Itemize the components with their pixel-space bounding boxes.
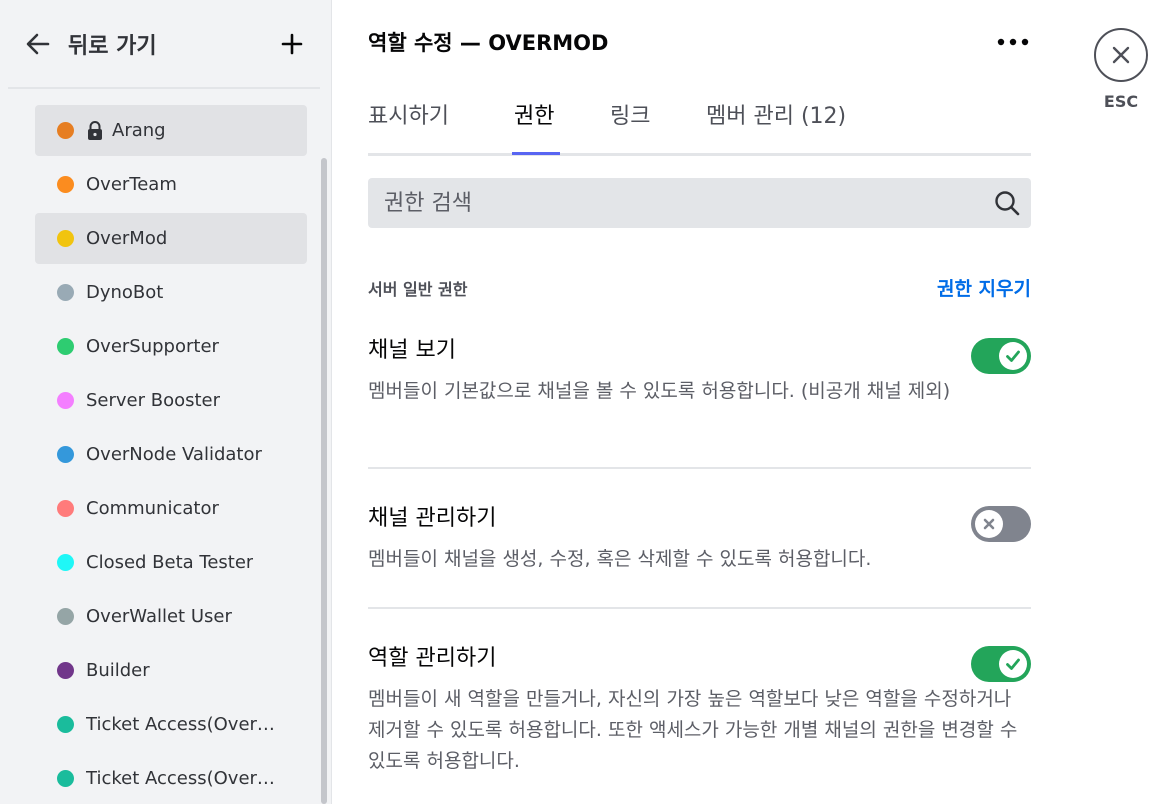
header-divider	[8, 87, 320, 89]
search-input[interactable]	[384, 178, 984, 228]
role-color-dot	[57, 770, 74, 787]
more-icon	[997, 38, 1029, 46]
role-name: OverSupporter	[86, 336, 219, 357]
clear-permissions-link[interactable]: 권한 지우기	[937, 274, 1031, 301]
role-name: Builder	[86, 660, 150, 681]
search-icon	[995, 191, 1020, 216]
role-name: OverMod	[86, 228, 168, 249]
tab-links[interactable]: 링크	[610, 98, 650, 148]
tab-permissions[interactable]: 권한	[514, 98, 554, 148]
role-name: Communicator	[86, 498, 219, 519]
esc-label: ESC	[1103, 92, 1139, 111]
title-row: 역할 수정 — OVERMOD	[368, 24, 1031, 60]
back-label: 뒤로 가기	[68, 34, 157, 59]
more-options-button[interactable]	[995, 28, 1031, 56]
permission-toggle[interactable]	[971, 646, 1031, 682]
role-item[interactable]: Arang	[35, 105, 307, 156]
role-name: OverNode Validator	[86, 444, 262, 465]
section-title: 서버 일반 권한	[368, 280, 468, 299]
add-role-button[interactable]	[278, 28, 306, 60]
section-header: 서버 일반 권한 권한 지우기	[368, 276, 1031, 300]
role-item[interactable]: OverSupporter	[35, 321, 307, 372]
permission-row: 역할 관리하기 멤버들이 새 역할을 만들거나, 자신의 가장 높은 역할보다 …	[368, 640, 1031, 790]
role-color-dot	[57, 392, 74, 409]
permission-row: 채널 보기 멤버들이 기본값으로 채널을 볼 수 있도록 허용합니다. (비공개…	[368, 332, 1031, 442]
role-color-dot	[57, 176, 74, 193]
permission-title: 채널 관리하기	[368, 506, 497, 531]
role-name: Arang	[112, 120, 166, 141]
role-color-dot	[57, 284, 74, 301]
toggle-knob	[975, 510, 1003, 538]
toggle-knob	[999, 650, 1027, 678]
permission-toggle[interactable]	[971, 338, 1031, 374]
role-name: Ticket Access(Over…	[86, 714, 275, 735]
role-list: Arang OverTeam OverMod DynoBot OverSuppo…	[35, 105, 307, 804]
active-tab-indicator	[512, 152, 560, 155]
role-name: Ticket Access(OverN…	[86, 768, 281, 789]
role-color-dot	[57, 230, 74, 247]
role-item[interactable]: Ticket Access(OverN…	[35, 753, 307, 804]
role-name: Closed Beta Tester	[86, 552, 254, 573]
x-icon	[983, 518, 995, 530]
role-color-dot	[57, 500, 74, 517]
sidebar-scrollbar[interactable]	[321, 158, 327, 804]
permission-description: 멤버들이 새 역할을 만들거나, 자신의 가장 높은 역할보다 낮은 역할을 수…	[368, 688, 1018, 772]
plus-icon	[281, 33, 303, 55]
check-icon	[1006, 658, 1020, 670]
lock-icon	[88, 120, 102, 140]
toggle-knob	[999, 342, 1027, 370]
role-name: OverTeam	[86, 174, 177, 195]
tab-manage-members[interactable]: 멤버 관리 (12)	[706, 98, 846, 148]
role-color-dot	[57, 338, 74, 355]
page-title: 역할 수정 — OVERMOD	[368, 31, 609, 55]
role-item[interactable]: Closed Beta Tester	[35, 537, 307, 588]
close-button[interactable]	[1094, 28, 1148, 82]
permission-title: 채널 보기	[368, 338, 456, 363]
permission-search	[368, 178, 1031, 228]
back-button[interactable]: 뒤로 가기	[24, 24, 157, 64]
role-name: Server Booster	[86, 390, 221, 411]
role-color-dot	[57, 554, 74, 571]
role-color-dot	[57, 446, 74, 463]
sidebar-header: 뒤로 가기	[0, 0, 332, 90]
role-item[interactable]: OverTeam	[35, 159, 307, 210]
close-icon	[1112, 46, 1130, 64]
role-color-dot	[57, 122, 74, 139]
permission-divider	[368, 467, 1031, 469]
permission-title: 역할 관리하기	[368, 646, 497, 671]
role-item-selected[interactable]: OverMod	[35, 213, 307, 264]
permission-row: 채널 관리하기 멤버들이 채널을 생성, 수정, 혹은 삭제할 수 있도록 허용…	[368, 500, 1031, 580]
arrow-left-icon	[26, 33, 50, 55]
role-item[interactable]: Ticket Access(Over…	[35, 699, 307, 750]
role-item[interactable]: OverNode Validator	[35, 429, 307, 480]
permission-divider	[368, 607, 1031, 609]
role-edit-panel: 역할 수정 — OVERMOD 표시하기 권한 링크 멤버 관리 (12) 서버…	[368, 0, 1031, 804]
tab-bar: 표시하기 권한 링크 멤버 관리 (12)	[368, 90, 1031, 156]
role-item[interactable]: DynoBot	[35, 267, 307, 318]
role-color-dot	[57, 716, 74, 733]
role-name: OverWallet User	[86, 606, 232, 627]
role-color-dot	[57, 608, 74, 625]
role-item[interactable]: Builder	[35, 645, 307, 696]
role-item[interactable]: Communicator	[35, 483, 307, 534]
permission-description: 멤버들이 기본값으로 채널을 볼 수 있도록 허용합니다. (비공개 채널 제외…	[368, 380, 951, 402]
role-name: DynoBot	[86, 282, 164, 303]
close-area: ESC	[1094, 28, 1150, 111]
permission-toggle[interactable]	[971, 506, 1031, 542]
role-item[interactable]: Server Booster	[35, 375, 307, 426]
role-item[interactable]: OverWallet User	[35, 591, 307, 642]
permission-description: 멤버들이 채널을 생성, 수정, 혹은 삭제할 수 있도록 허용합니다.	[368, 548, 872, 570]
tab-display[interactable]: 표시하기	[368, 98, 449, 148]
check-icon	[1006, 350, 1020, 362]
role-sidebar: 뒤로 가기 Arang OverTeam OverMod DynoBot Ove…	[0, 0, 332, 804]
role-color-dot	[57, 662, 74, 679]
